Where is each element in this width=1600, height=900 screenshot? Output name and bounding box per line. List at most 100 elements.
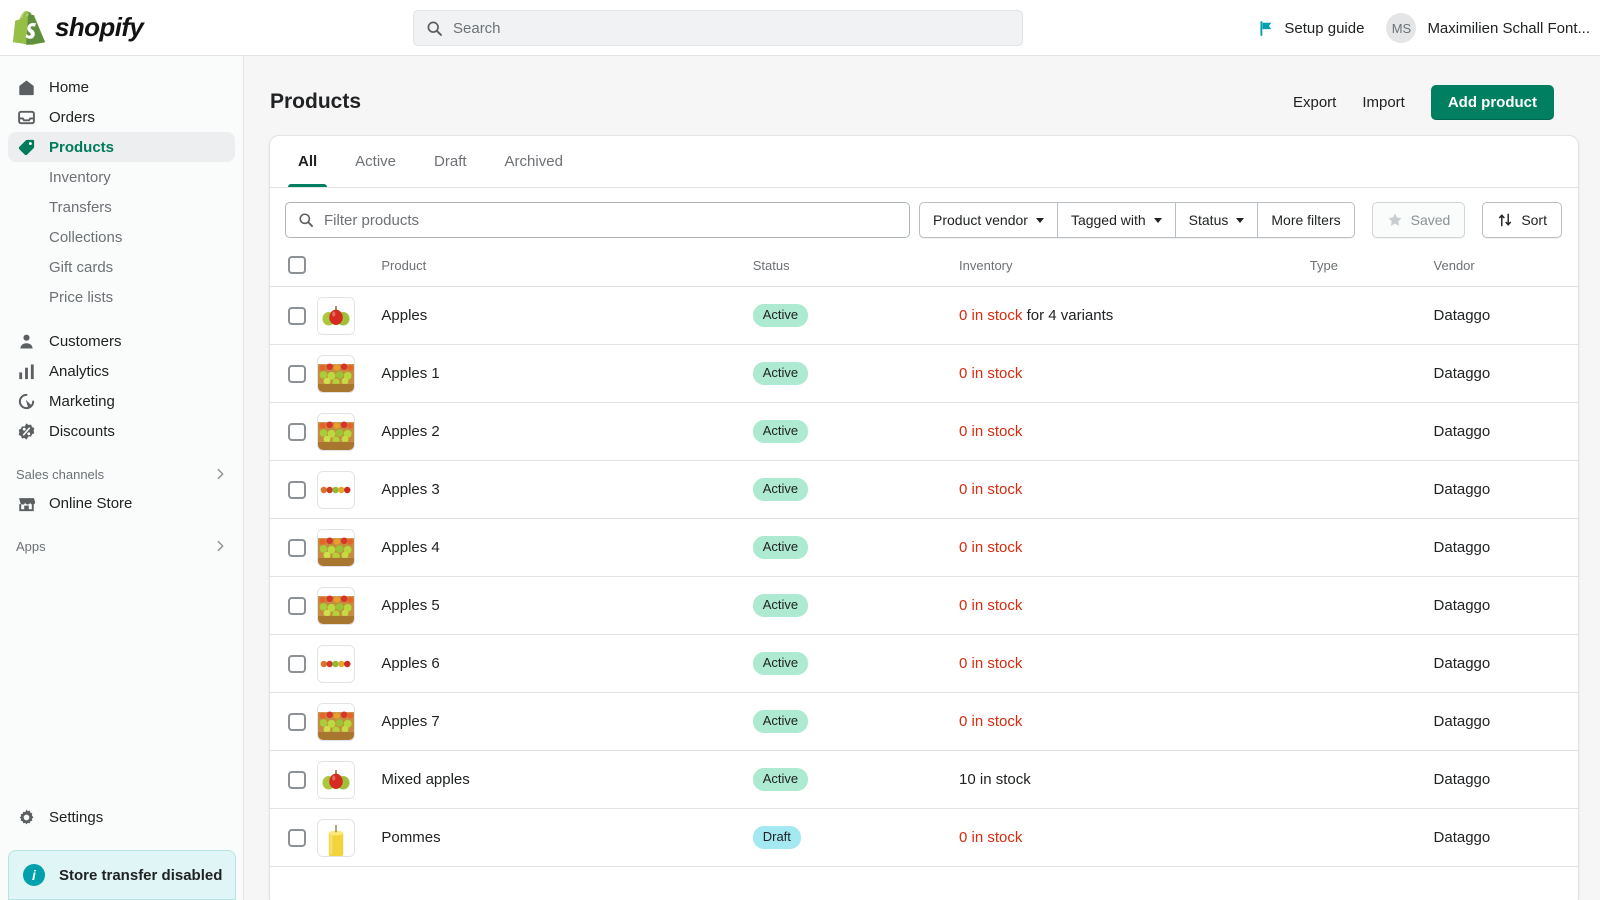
sidebar-subitem-inventory[interactable]: Inventory: [8, 162, 235, 192]
filter-products-input[interactable]: Filter products: [285, 202, 910, 238]
sidebar-subitem-gift-cards[interactable]: Gift cards: [8, 252, 235, 282]
row-checkbox[interactable]: [288, 422, 306, 441]
sidebar-item-customers[interactable]: Customers: [8, 326, 235, 356]
table-row[interactable]: Apples Active 0 in stock for 4 variants Dat…: [270, 286, 1578, 345]
product-name-link[interactable]: Apples 1: [381, 365, 439, 382]
sort-button[interactable]: Sort: [1482, 202, 1562, 238]
sidebar-section-apps[interactable]: Apps: [8, 532, 235, 560]
product-name-cell[interactable]: Apples 1: [381, 344, 753, 403]
sidebar-item-home[interactable]: Home: [8, 72, 235, 102]
products-card: All Active Draft Archived Filter product…: [270, 136, 1578, 900]
product-name-link[interactable]: Apples: [381, 307, 427, 324]
table-row[interactable]: Apples 5 Active 0 in stock Dataggo: [270, 576, 1578, 635]
product-thumbnail-cell: [317, 634, 382, 693]
setup-guide-button[interactable]: Setup guide: [1258, 20, 1364, 37]
storefront-icon: [16, 493, 36, 513]
product-inventory-cell: 10 in stock: [959, 750, 1310, 809]
product-inventory-cell: 0 in stock: [959, 460, 1310, 519]
product-name-cell[interactable]: Apples 5: [381, 576, 753, 635]
product-name-cell[interactable]: Apples 4: [381, 518, 753, 577]
table-row[interactable]: Mixed apples Active 10 in stock Dataggo: [270, 750, 1578, 809]
product-name-link[interactable]: Apples 2: [381, 423, 439, 440]
sidebar-item-settings[interactable]: Settings: [8, 802, 236, 832]
sidebar-section-label: Sales channels: [16, 466, 105, 482]
filter-tagged-with-button[interactable]: Tagged with: [1056, 202, 1176, 238]
store-transfer-banner[interactable]: i Store transfer disabled: [8, 850, 236, 900]
saved-filters-button[interactable]: Saved: [1371, 202, 1466, 238]
product-name-link[interactable]: Apples 7: [381, 713, 439, 730]
table-row[interactable]: Apples 6 Active 0 in stock Dataggo: [270, 634, 1578, 693]
more-filters-button[interactable]: More filters: [1257, 202, 1355, 238]
row-checkbox[interactable]: [288, 828, 306, 847]
user-menu-button[interactable]: MS Maximilien Schall Font...: [1386, 13, 1590, 43]
tab-active[interactable]: Active: [336, 136, 415, 187]
export-button[interactable]: Export: [1293, 94, 1336, 111]
inventory-variants-note: for 4 variants: [1022, 307, 1114, 324]
sidebar-item-online-store[interactable]: Online Store: [8, 488, 235, 518]
product-name-cell[interactable]: Mixed apples: [381, 750, 753, 809]
chevron-down-icon: [1035, 217, 1044, 223]
sidebar-subitem-price-lists[interactable]: Price lists: [8, 282, 235, 312]
tab-archived[interactable]: Archived: [486, 136, 582, 187]
product-name-link[interactable]: Apples 5: [381, 597, 439, 614]
table-row[interactable]: Apples 1 Active 0 in stock Dataggo: [270, 344, 1578, 403]
sidebar-item-products[interactable]: Products: [8, 132, 235, 162]
row-checkbox[interactable]: [288, 538, 306, 557]
status-badge: Active: [752, 304, 809, 327]
row-checkbox[interactable]: [288, 654, 306, 673]
sidebar-subitem-collections[interactable]: Collections: [8, 222, 235, 252]
product-thumbnail: [317, 354, 356, 393]
table-row[interactable]: Apples 3 Active 0 in stock Dataggo: [270, 460, 1578, 519]
row-checkbox[interactable]: [288, 596, 306, 615]
table-row[interactable]: Apples 4 Active 0 in stock Dataggo: [270, 518, 1578, 577]
product-type-cell: [1309, 634, 1434, 693]
sidebar-item-orders[interactable]: Orders: [8, 102, 235, 132]
row-checkbox[interactable]: [288, 712, 306, 731]
tab-label: Draft: [434, 153, 467, 170]
sidebar-subitem-transfers[interactable]: Transfers: [8, 192, 235, 222]
tab-all[interactable]: All: [279, 136, 336, 187]
product-name-cell[interactable]: Apples 7: [381, 692, 753, 751]
product-name-cell[interactable]: Pommes: [381, 808, 753, 867]
product-name-link[interactable]: Pommes: [381, 829, 440, 846]
product-name-link[interactable]: Apples 6: [381, 655, 439, 672]
product-thumbnail-cell: [317, 518, 382, 577]
row-checkbox[interactable]: [288, 306, 306, 325]
add-product-button[interactable]: Add product: [1430, 84, 1554, 120]
row-checkbox[interactable]: [288, 364, 306, 383]
status-badge: Active: [752, 768, 809, 791]
product-type-cell: [1309, 750, 1434, 809]
row-checkbox[interactable]: [288, 480, 306, 499]
product-name-cell[interactable]: Apples 2: [381, 402, 753, 461]
table-row[interactable]: Apples 2 Active 0 in stock Dataggo: [270, 402, 1578, 461]
import-button[interactable]: Import: [1362, 94, 1405, 111]
sidebar-item-marketing[interactable]: Marketing: [8, 386, 235, 416]
tab-label: All: [298, 153, 318, 170]
sidebar-settings-row: Settings: [0, 802, 244, 832]
product-name-cell[interactable]: Apples 6: [381, 634, 753, 693]
product-name-cell[interactable]: Apples 3: [381, 460, 753, 519]
shopify-logo[interactable]: shopify: [0, 10, 244, 46]
product-thumbnail-cell: [317, 402, 382, 461]
sidebar-section-sales-channels[interactable]: Sales channels: [8, 460, 235, 488]
sidebar-item-analytics[interactable]: Analytics: [8, 356, 235, 386]
sidebar-section-label: Apps: [16, 538, 46, 554]
sidebar-subitem-label: Transfers: [49, 198, 112, 216]
sidebar-item-discounts[interactable]: Discounts: [8, 416, 235, 446]
select-all-checkbox[interactable]: [288, 256, 306, 274]
product-name-link[interactable]: Apples 3: [381, 481, 439, 498]
product-thumbnail-cell: [317, 286, 382, 345]
inventory-count: 0 in stock: [959, 365, 1023, 382]
sidebar-item-label: Discounts: [49, 422, 115, 440]
product-name-link[interactable]: Apples 4: [381, 539, 439, 556]
global-search-input[interactable]: Search: [413, 10, 1023, 46]
table-row[interactable]: Pommes Draft 0 in stock Dataggo: [270, 808, 1578, 867]
table-row[interactable]: Apples 7 Active 0 in stock Dataggo: [270, 692, 1578, 751]
tab-draft[interactable]: Draft: [415, 136, 486, 187]
product-name-link[interactable]: Mixed apples: [381, 771, 469, 788]
row-checkbox[interactable]: [288, 770, 306, 789]
filter-status-button[interactable]: Status: [1174, 202, 1259, 238]
product-name-cell[interactable]: Apples: [381, 286, 753, 345]
column-header-type: Type: [1309, 252, 1434, 287]
filter-product-vendor-button[interactable]: Product vendor: [919, 202, 1058, 238]
